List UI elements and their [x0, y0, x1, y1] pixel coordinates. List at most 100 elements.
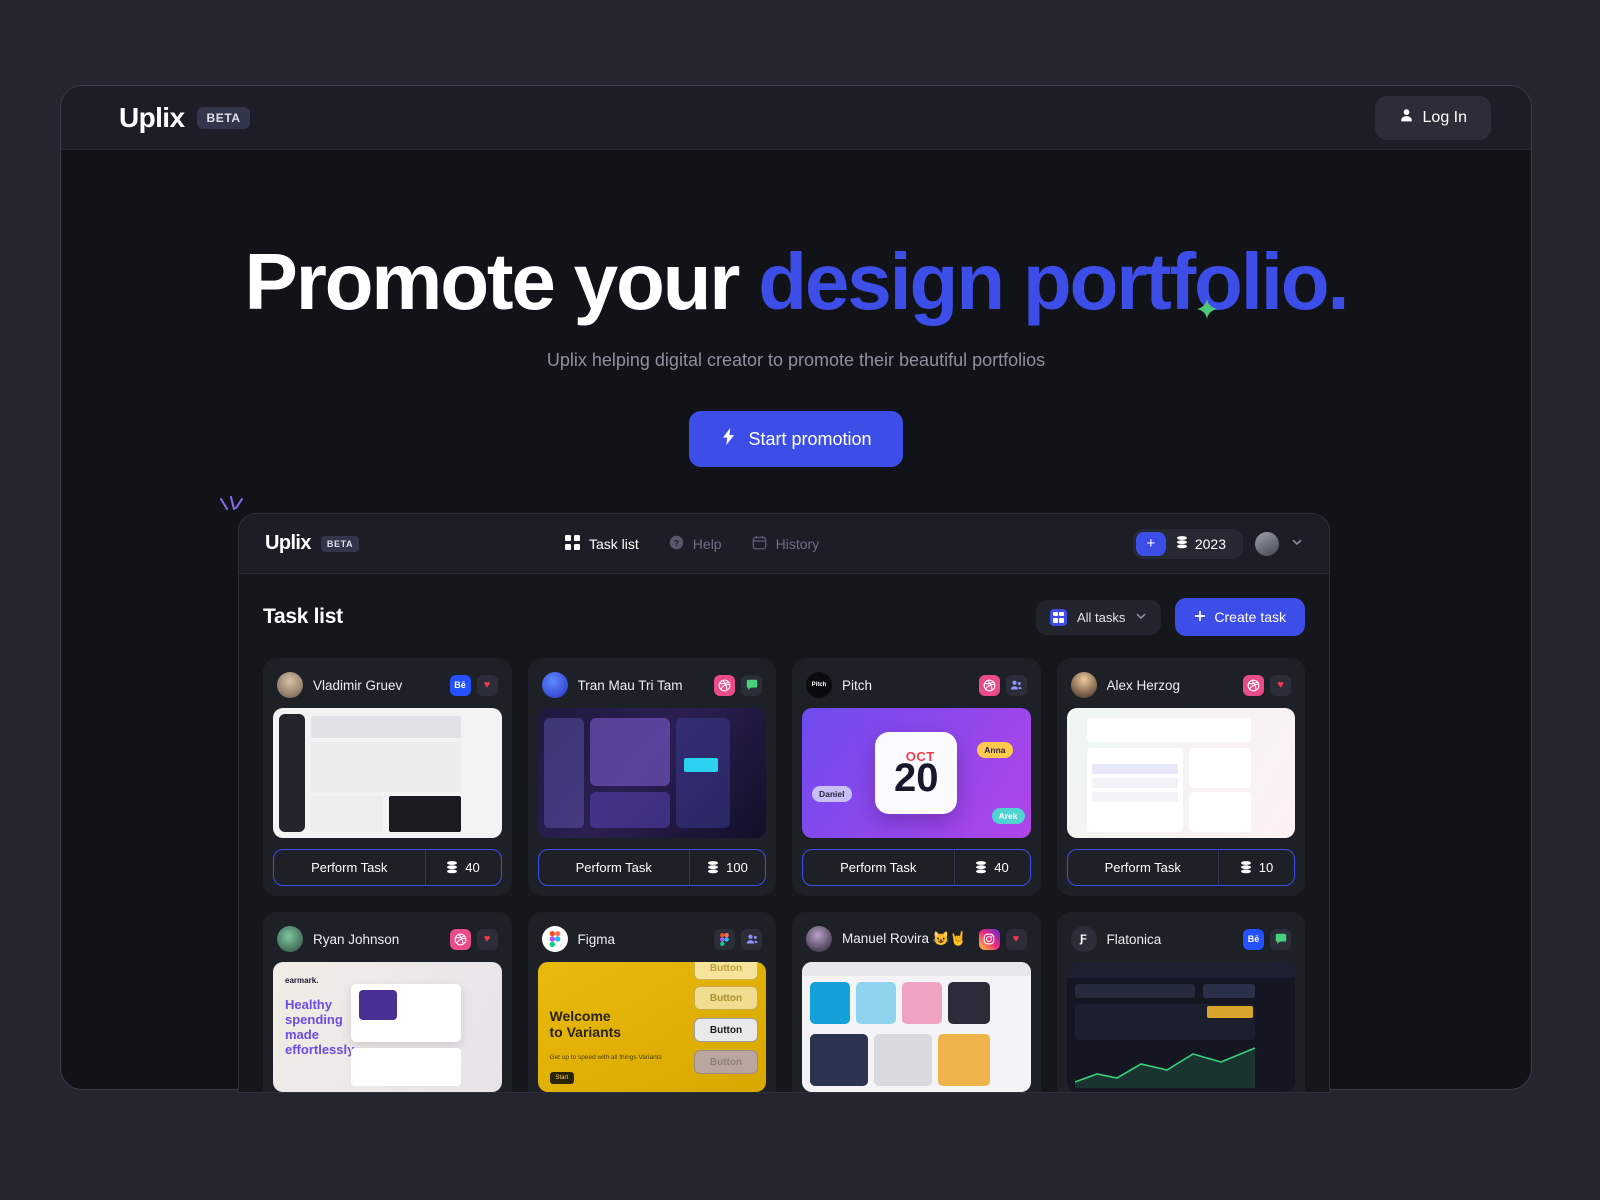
app-brand[interactable]: Uplix BETA — [265, 532, 565, 555]
task-card-header: Figma — [538, 922, 767, 962]
task-author-name: Flatonica — [1106, 931, 1162, 947]
coins-pill: + 2023 — [1132, 528, 1243, 559]
cursor-label: Arek — [991, 808, 1025, 824]
perform-task-button[interactable]: Perform Task 40 — [802, 849, 1031, 886]
perform-task-label: Perform Task — [575, 860, 652, 875]
heart-icon[interactable]: ♥ — [476, 928, 498, 950]
coin-balance[interactable]: 2023 — [1176, 536, 1240, 552]
task-badges: Bē — [1243, 928, 1291, 950]
task-card-header: Ryan Johnson ♥ — [273, 922, 502, 962]
perform-task-button[interactable]: Perform Task 10 — [1066, 849, 1295, 886]
app-header-right: + 2023 — [1132, 528, 1303, 559]
earmark-headline-line: made — [285, 1026, 319, 1042]
task-card[interactable]: Alex Herzog ♥ Perform Task 10 — [1056, 658, 1305, 896]
hero-subheading: Uplix helping digital creator to promote… — [546, 350, 1046, 370]
app-body: Task list All tasks Create task Vladimir… — [239, 574, 1329, 1092]
nav-label: Task list — [589, 535, 639, 552]
task-card[interactable]: Manuel Rovira 😺🤘 ♥ — [792, 912, 1041, 1092]
nav-item-history[interactable]: History — [752, 535, 819, 553]
task-badges — [714, 928, 762, 950]
earmark-avatar-card — [359, 990, 397, 1020]
calendar-tile: OCT 20 — [875, 732, 958, 814]
behance-icon[interactable]: Bē — [449, 674, 471, 696]
task-grid: Vladimir Gruev Bē ♥ Perform Task 40 Tran… — [263, 658, 1305, 1092]
task-author-name: Alex Herzog — [1106, 677, 1181, 693]
task-card-header: Vladimir Gruev Bē ♥ — [273, 668, 502, 708]
task-thumbnail: earmark. Healthy spending made effortles… — [273, 962, 502, 1092]
comment-icon[interactable] — [1270, 928, 1291, 950]
earmark-headline-line: Healthy — [285, 997, 332, 1012]
app-nav: Task list ? Help History — [565, 534, 1133, 553]
task-list-heading: Task list — [263, 605, 343, 628]
cta-label: Start promotion — [748, 428, 872, 449]
dribbble-icon[interactable] — [978, 674, 1000, 696]
task-card[interactable]: Vladimir Gruev Bē ♥ Perform Task 40 — [263, 658, 512, 896]
variant-button: Button — [694, 962, 758, 980]
perform-task-button[interactable]: Perform Task 100 — [537, 849, 766, 886]
dribbble-icon[interactable] — [449, 928, 471, 950]
task-card[interactable]: Figma Welcome to Variants Get up to spee… — [527, 912, 776, 1092]
task-thumbnail — [802, 962, 1031, 1092]
task-cost: 40 — [953, 850, 1030, 885]
login-button[interactable]: Log In — [1374, 95, 1491, 140]
task-author-name: Tran Mau Tri Tam — [577, 677, 683, 693]
figma-headline: Welcome to Variants — [550, 1008, 622, 1040]
user-icon — [1399, 108, 1414, 128]
create-task-button[interactable]: Create task — [1175, 598, 1305, 636]
heart-icon[interactable]: ♥ — [1005, 928, 1027, 950]
task-card[interactable]: Tran Mau Tri Tam Perform Task 100 — [527, 658, 776, 896]
nav-item-help[interactable]: ? Help — [669, 535, 722, 553]
avatar — [277, 672, 303, 698]
task-cost-value: 10 — [1258, 860, 1274, 875]
app-beta-badge: BETA — [320, 535, 360, 552]
figma-headline-line: to Variants — [549, 1024, 622, 1041]
avatar[interactable] — [1255, 531, 1279, 556]
beta-badge: BETA — [197, 106, 250, 129]
instagram-icon[interactable] — [978, 928, 1000, 950]
site-header: Uplix BETA Log In — [61, 86, 1531, 150]
task-badges: ♥ — [1243, 674, 1291, 696]
task-filter-dropdown[interactable]: All tasks — [1036, 599, 1162, 635]
task-thumbnail — [273, 708, 502, 838]
task-list-toolbar: Task list All tasks Create task — [263, 598, 1305, 636]
calendar-day: 20 — [894, 755, 939, 800]
grid-icon — [565, 534, 580, 553]
task-card[interactable]: Pitch Pitch OCT 20 Anna Daniel Arek Perf… — [792, 658, 1041, 896]
task-author-name: Ryan Johnson — [313, 931, 400, 947]
dribbble-icon[interactable] — [714, 674, 735, 696]
login-label: Log In — [1422, 108, 1467, 126]
heart-icon[interactable]: ♥ — [1270, 674, 1291, 696]
task-thumbnail: OCT 20 Anna Daniel Arek — [802, 708, 1031, 838]
dribbble-icon[interactable] — [1243, 674, 1264, 696]
task-cost: 10 — [1218, 850, 1294, 885]
heart-icon[interactable]: ♥ — [476, 674, 498, 696]
add-coins-button[interactable]: + — [1135, 531, 1166, 556]
start-promotion-button[interactable]: Start promotion — [689, 411, 903, 467]
add-people-icon[interactable] — [1005, 674, 1027, 696]
task-card[interactable]: Ryan Johnson ♥ earmark. Healthy spending… — [263, 912, 512, 1092]
figma-icon[interactable] — [714, 928, 735, 950]
earmark-headline: Healthy spending made effortlessly. — [285, 997, 357, 1058]
nav-item-task-list[interactable]: Task list — [565, 534, 639, 553]
task-card[interactable]: Ƒ Flatonica Bē — [1056, 912, 1305, 1092]
comment-icon[interactable] — [741, 674, 762, 696]
perform-task-button[interactable]: Perform Task 40 — [273, 849, 502, 886]
task-cost: 100 — [689, 850, 765, 885]
task-badges — [978, 674, 1027, 696]
hero-heading-plain: Promote your — [244, 237, 759, 326]
add-people-icon[interactable] — [741, 928, 762, 950]
task-cost: 40 — [424, 850, 501, 885]
task-card-header: Manuel Rovira 😺🤘 ♥ — [802, 922, 1031, 962]
site-brand[interactable]: Uplix BETA — [119, 102, 250, 134]
task-badges: ♥ — [449, 928, 498, 950]
avatar — [1070, 672, 1097, 698]
variant-button: Button — [694, 1018, 758, 1042]
chevron-down-icon[interactable] — [1291, 535, 1303, 553]
perform-task-label: Perform Task — [840, 860, 917, 875]
task-card-header: Tran Mau Tri Tam — [538, 668, 767, 708]
toolbar-actions: All tasks Create task — [1036, 598, 1305, 636]
behance-icon[interactable]: Bē — [1243, 928, 1264, 950]
variant-button: Button — [694, 1050, 758, 1074]
create-task-label: Create task — [1214, 609, 1286, 625]
task-cost-value: 100 — [726, 860, 748, 875]
